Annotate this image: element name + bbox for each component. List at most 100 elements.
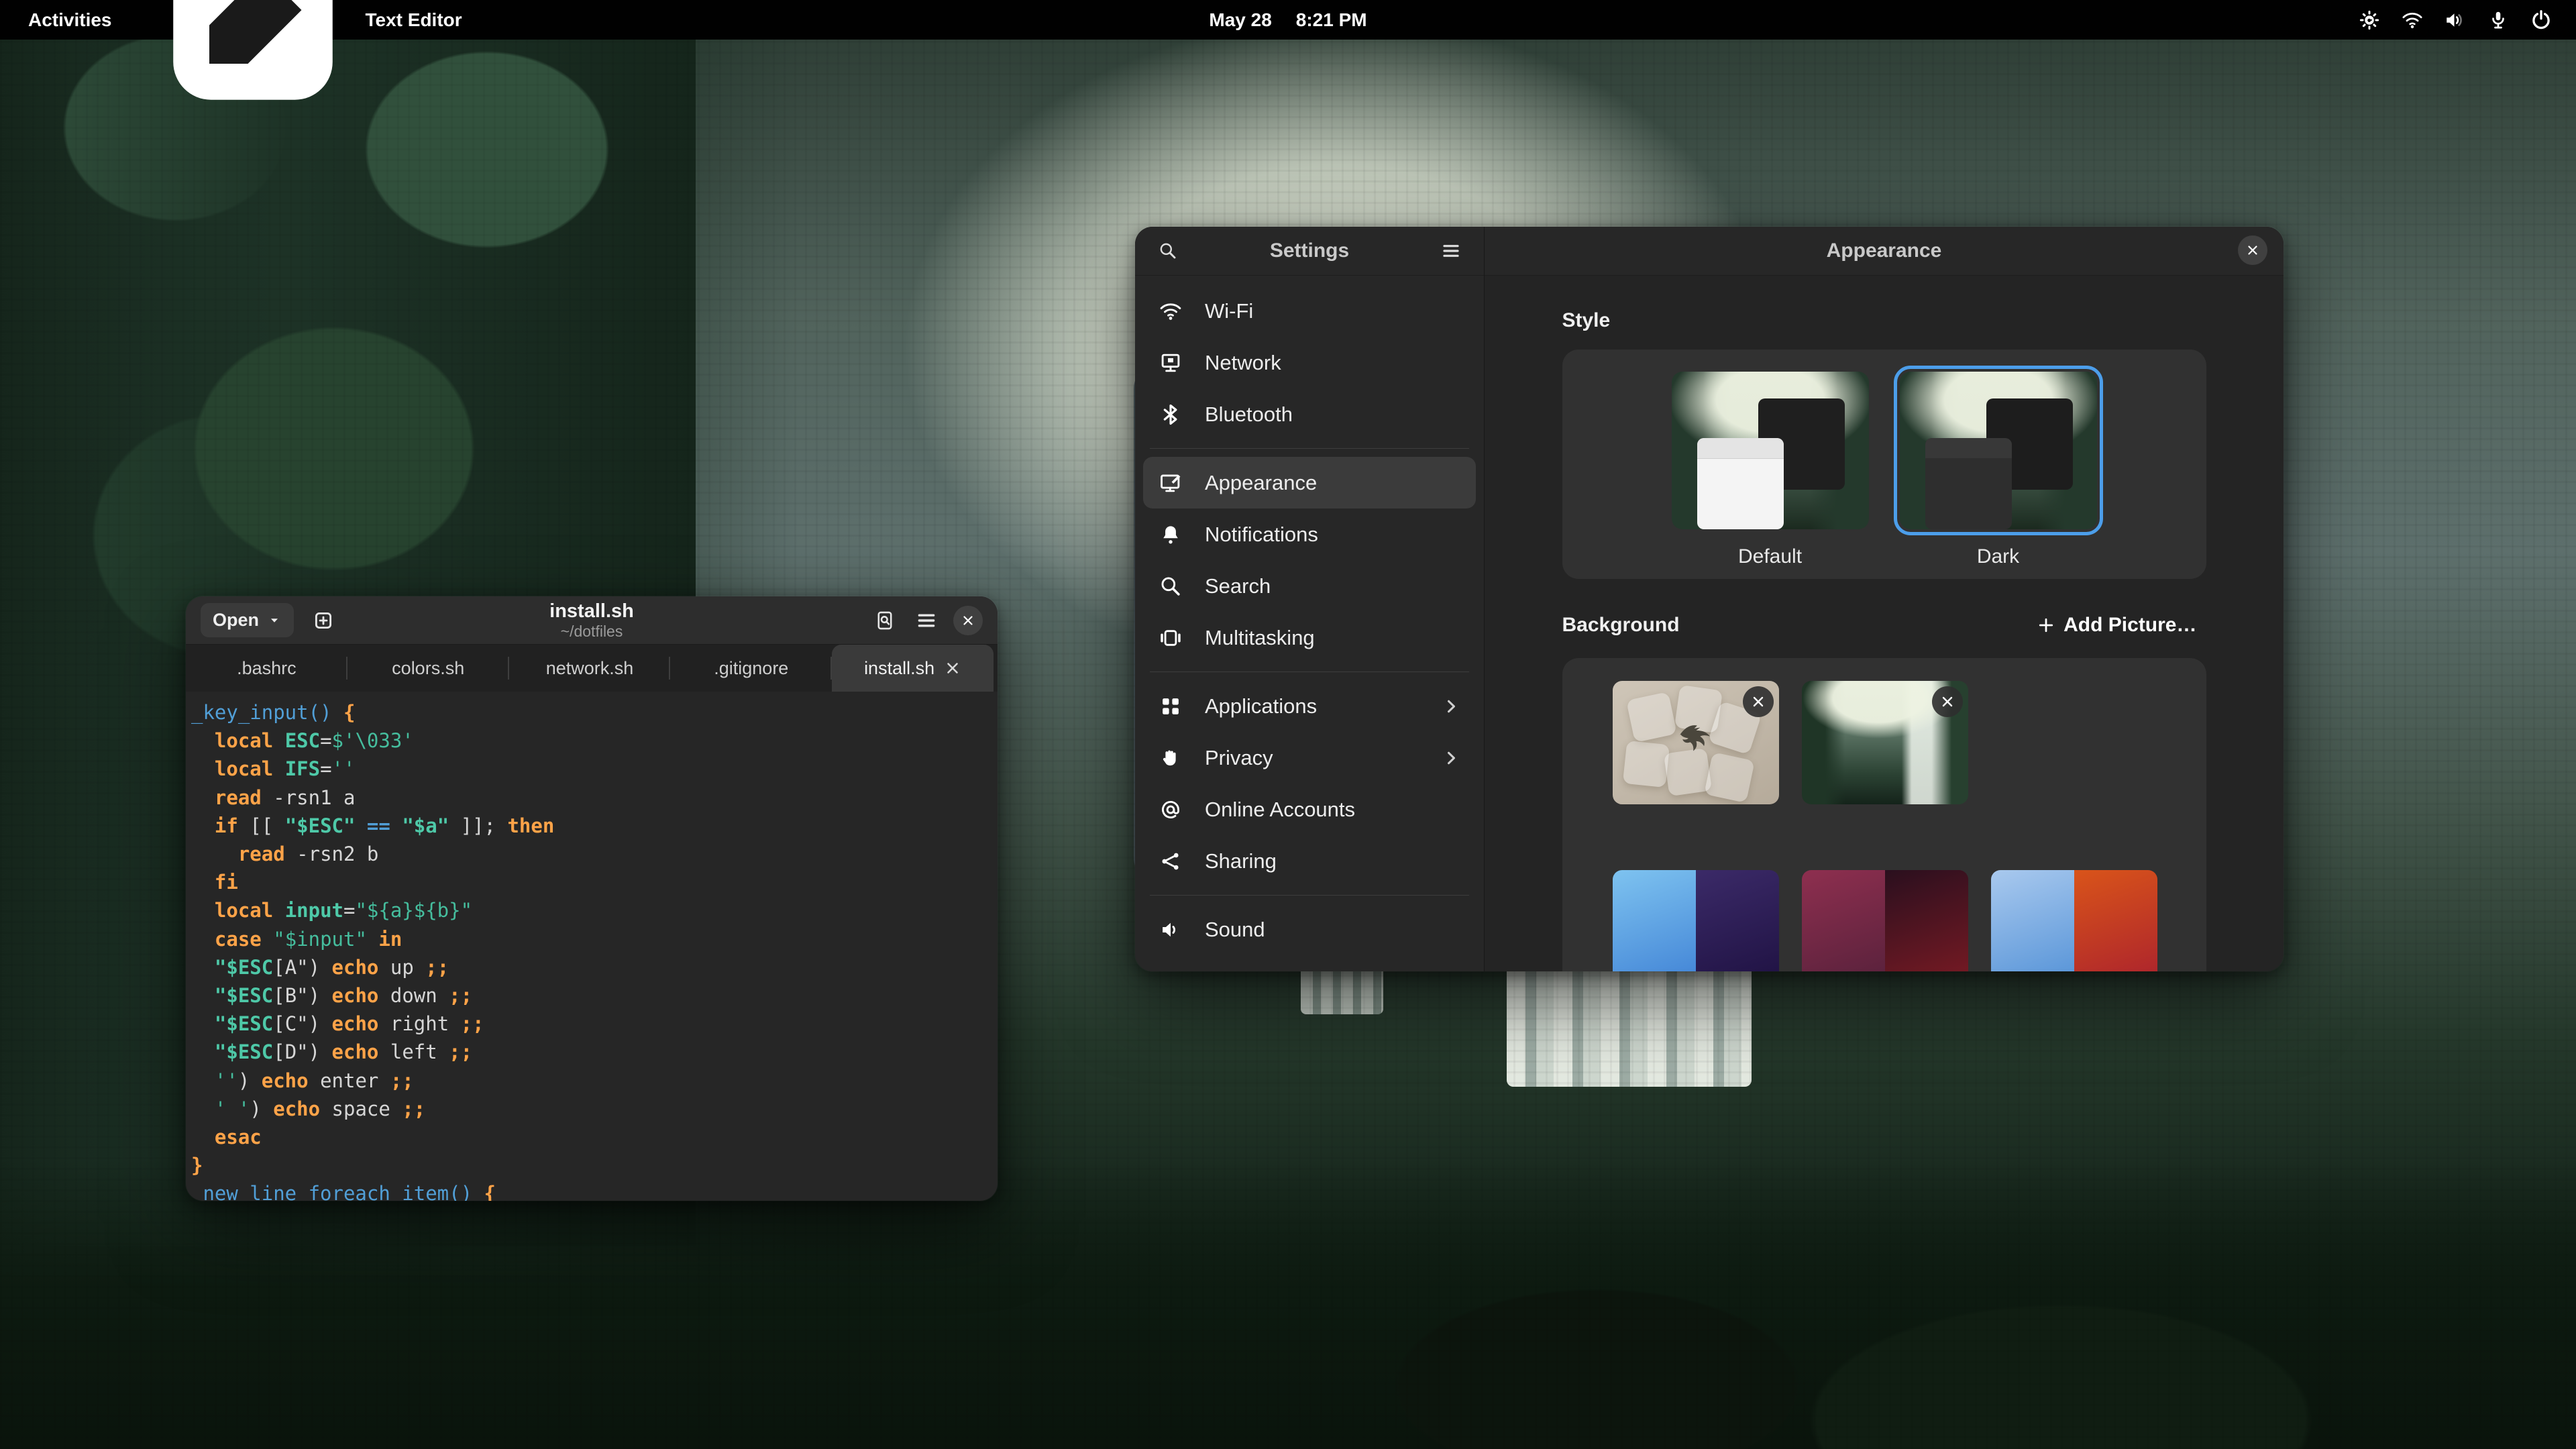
code-line: read -rsn1 a bbox=[191, 784, 991, 812]
search-icon bbox=[1158, 574, 1183, 599]
sidebar-item-privacy[interactable]: Privacy bbox=[1143, 732, 1476, 784]
editor-tab-bashrc[interactable]: .bashrc bbox=[186, 645, 347, 692]
sidebar-item-label: Appearance bbox=[1205, 471, 1317, 495]
sidebar-item-label: Sharing bbox=[1205, 849, 1277, 873]
sidebar-item-bluetooth[interactable]: Bluetooth bbox=[1143, 388, 1476, 440]
close-icon bbox=[961, 613, 975, 628]
drips-blue-orange[interactable] bbox=[1991, 870, 2157, 971]
menu-icon bbox=[915, 609, 938, 632]
document-preview-button[interactable] bbox=[870, 606, 900, 635]
chevron-right-icon bbox=[1441, 696, 1461, 716]
document-path: ~/dotfiles bbox=[549, 623, 634, 640]
text-editor-headerbar: Open install.sh ~/dotfiles bbox=[186, 596, 998, 645]
focused-app-menu[interactable]: Text Editor bbox=[152, 0, 462, 121]
text-editor-app-icon bbox=[152, 0, 354, 121]
wallpaper-light-half bbox=[1802, 870, 1885, 971]
code-line: read -rsn2 b bbox=[191, 840, 991, 868]
sidebar-item-label: Applications bbox=[1205, 694, 1317, 718]
sidebar-item-online-accounts[interactable]: Online Accounts bbox=[1143, 784, 1476, 835]
appearance-panel: Appearance Style DefaultDark Background … bbox=[1485, 227, 2284, 971]
sidebar-item-multitasking[interactable]: Multitasking bbox=[1143, 612, 1476, 663]
style-option-label: Dark bbox=[1900, 545, 2097, 568]
floating-tile bbox=[1626, 692, 1677, 743]
sidebar-item-search[interactable]: Search bbox=[1143, 560, 1476, 612]
sidebar-item-label: Wi-Fi bbox=[1205, 299, 1253, 323]
wallpaper-dark-half bbox=[2074, 870, 2157, 971]
network-icon bbox=[1158, 350, 1183, 376]
code-line: if [[ "$ESC" == "$a" ]]; then bbox=[191, 812, 991, 840]
sidebar-item-applications[interactable]: Applications bbox=[1143, 680, 1476, 732]
code-line: "$ESC[A") echo up ;; bbox=[191, 953, 991, 981]
system-status-area[interactable] bbox=[2357, 8, 2576, 32]
wallpaper-dark-half bbox=[1696, 870, 1779, 971]
settings-menu-button[interactable] bbox=[1438, 238, 1464, 264]
sidebar-item-sharing[interactable]: Sharing bbox=[1143, 835, 1476, 887]
sidebar-item-network[interactable]: Network bbox=[1143, 337, 1476, 388]
document-name: install.sh bbox=[549, 600, 634, 623]
search-icon bbox=[1157, 240, 1179, 262]
code-line: local input="${a}${b}" bbox=[191, 896, 991, 924]
sidebar-item-sound[interactable]: Sound bbox=[1143, 904, 1476, 955]
settings-close-button[interactable] bbox=[2238, 235, 2267, 265]
panel-title: Appearance bbox=[1827, 239, 1942, 262]
editor-tab-install.sh[interactable]: install.sh bbox=[832, 645, 994, 692]
code-editor-area[interactable]: _key_input() { local ESC=$'\033' local I… bbox=[186, 692, 998, 1201]
power-gauge-icon bbox=[1158, 969, 1183, 972]
caret-down-icon bbox=[267, 613, 282, 628]
document-preview-icon bbox=[873, 609, 896, 632]
geometry-blue-purple[interactable] bbox=[1613, 870, 1779, 971]
editor-tab-colors.sh[interactable]: colors.sh bbox=[347, 645, 509, 692]
close-icon bbox=[2245, 243, 2260, 258]
settings-sidebar: Settings Wi-Fi NetworkBluetooth Appearance… bbox=[1135, 227, 1484, 971]
code-line: esac bbox=[191, 1123, 991, 1151]
code-line: "$ESC[B") echo down ;; bbox=[191, 981, 991, 1010]
code-line: local IFS='' bbox=[191, 755, 991, 783]
remove-background-button[interactable] bbox=[1743, 686, 1774, 717]
open-button[interactable]: Open bbox=[201, 603, 294, 637]
clock-button[interactable]: May 28 8:21 PM bbox=[1209, 9, 1366, 31]
sidebar-item-wi-fi[interactable]: Wi-Fi bbox=[1143, 285, 1476, 337]
style-preview-default[interactable] bbox=[1672, 372, 1869, 529]
top-bar: Activities Text Editor May 28 8:21 PM bbox=[0, 0, 2576, 40]
style-section-label: Style bbox=[1562, 309, 2206, 332]
hand-icon bbox=[1158, 745, 1183, 771]
editor-tab-network.sh[interactable]: network.sh bbox=[509, 645, 671, 692]
sidebar-item-label: Online Accounts bbox=[1205, 798, 1355, 822]
appearance-icon bbox=[1158, 470, 1183, 496]
tab-label: .bashrc bbox=[237, 658, 297, 679]
applications-icon bbox=[1158, 694, 1183, 719]
microphone-icon bbox=[2486, 8, 2510, 32]
editor-close-button[interactable] bbox=[953, 606, 983, 635]
multitasking-icon bbox=[1158, 625, 1183, 651]
sidebar-item-appearance[interactable]: Appearance bbox=[1143, 457, 1476, 508]
remove-background-button[interactable] bbox=[1932, 686, 1963, 717]
sidebar-item-power[interactable]: Power bbox=[1143, 955, 1476, 971]
wallpaper-light-half bbox=[1613, 870, 1696, 971]
forest-waterfall-wallpaper[interactable] bbox=[1802, 681, 1968, 804]
tab-label: colors.sh bbox=[392, 658, 464, 679]
sidebar-headerbar: Settings bbox=[1135, 227, 1484, 276]
activities-button[interactable]: Activities bbox=[28, 9, 112, 31]
waves-red-dark[interactable] bbox=[1802, 870, 1968, 971]
tab-close-icon[interactable] bbox=[944, 659, 961, 677]
editor-menu-button[interactable] bbox=[912, 606, 941, 635]
new-tab-button[interactable] bbox=[309, 606, 338, 635]
style-option-dark[interactable]: Dark bbox=[1900, 372, 2097, 568]
settings-search-button[interactable] bbox=[1155, 238, 1181, 264]
style-option-default[interactable]: Default bbox=[1672, 372, 1869, 568]
add-picture-button[interactable]: Add Picture… bbox=[2027, 607, 2206, 643]
tiles-dragon-wallpaper[interactable] bbox=[1613, 681, 1779, 804]
style-preview-dark[interactable] bbox=[1900, 372, 2097, 529]
chevron-right-icon bbox=[1441, 748, 1461, 768]
new-tab-icon bbox=[312, 609, 335, 632]
code-line: } bbox=[191, 1151, 991, 1179]
editor-tab-gitignore[interactable]: .gitignore bbox=[670, 645, 832, 692]
document-title: install.sh ~/dotfiles bbox=[549, 600, 634, 641]
open-button-label: Open bbox=[213, 610, 259, 631]
style-card: Default Dark bbox=[1562, 350, 2206, 579]
tab-label: .gitignore bbox=[714, 658, 788, 679]
style-option-label: Default bbox=[1672, 545, 1869, 568]
sidebar-item-notifications[interactable]: Notifications bbox=[1143, 508, 1476, 560]
sidebar-item-label: Sound bbox=[1205, 918, 1265, 942]
focused-app-name: Text Editor bbox=[366, 9, 462, 31]
